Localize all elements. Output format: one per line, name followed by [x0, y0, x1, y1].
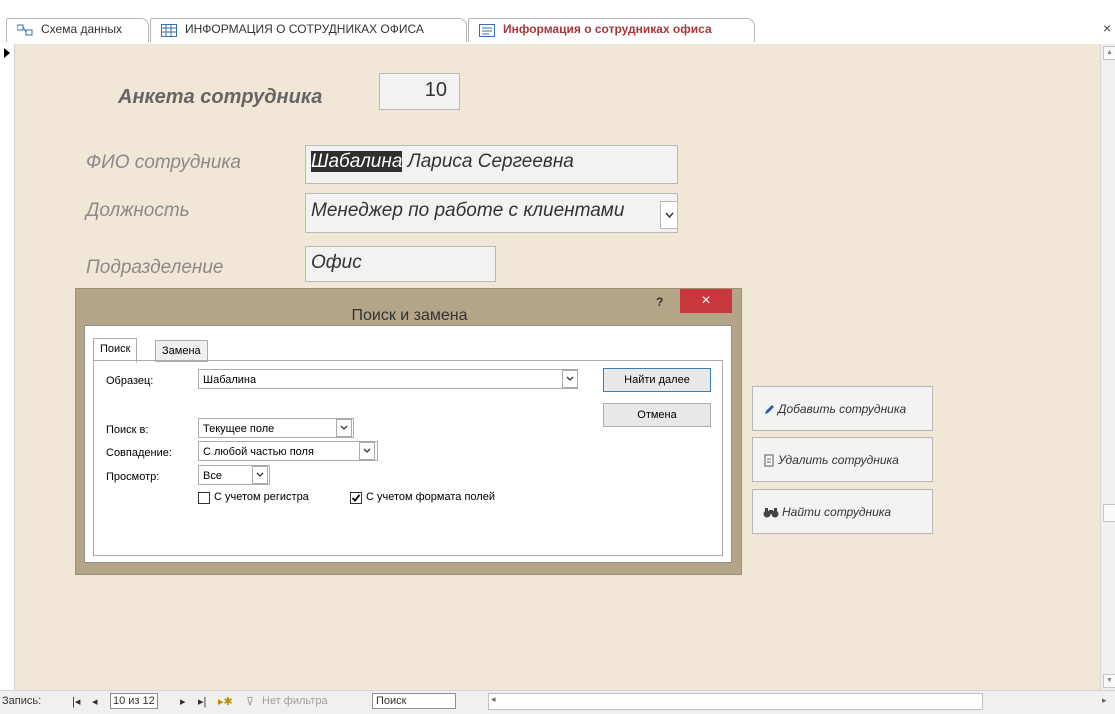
- find-employee-label: Найти сотрудника: [782, 505, 892, 519]
- pattern-dropdown-button[interactable]: [562, 370, 578, 388]
- chevron-down-icon: [664, 212, 674, 219]
- match-case-label: С учетом регистра: [214, 491, 309, 503]
- match-select[interactable]: С любой частью поля: [198, 441, 378, 461]
- match-case-checkbox[interactable]: [198, 492, 210, 504]
- last-record-icon[interactable]: ▸|: [198, 695, 206, 708]
- match-label: Совпадение:: [106, 447, 172, 459]
- position-label: Должность: [86, 200, 190, 221]
- search-in-dropdown-button[interactable]: [336, 419, 352, 437]
- chevron-down-icon: [363, 448, 371, 453]
- search-in-label: Поиск в:: [106, 424, 149, 436]
- record-navigation-bar: Запись: |◂ ◂ 10 из 12 ▸ ▸| ▸✱ ⊽ Нет филь…: [0, 690, 1115, 714]
- help-icon[interactable]: ?: [656, 295, 663, 309]
- filter-status[interactable]: Нет фильтра: [262, 695, 328, 707]
- view-label: Просмотр:: [106, 471, 160, 483]
- add-employee-label: Добавить сотрудника: [778, 402, 907, 416]
- form-title: Анкета сотрудника: [118, 86, 323, 108]
- tab-relationships[interactable]: Схема данных: [6, 18, 149, 42]
- tab-form-active[interactable]: Информация о сотрудниках офиса: [468, 18, 755, 42]
- fio-field[interactable]: Шабалина Лариса Сергеевна: [305, 145, 678, 184]
- pattern-input[interactable]: Шабалина: [198, 369, 578, 389]
- match-dropdown-button[interactable]: [359, 442, 375, 460]
- tab-label: Информация о сотрудниках офиса: [503, 22, 712, 36]
- position-combobox[interactable]: Менеджер по работе с клиентами: [305, 193, 678, 233]
- chevron-down-icon: [256, 472, 264, 477]
- add-employee-button[interactable]: Добавить сотрудника: [752, 386, 933, 431]
- tab-replace[interactable]: Замена: [155, 340, 208, 362]
- department-field[interactable]: Офис: [305, 246, 496, 282]
- form-icon: [479, 24, 495, 40]
- pattern-label: Образец:: [106, 375, 154, 387]
- scroll-thumb[interactable]: [1103, 504, 1115, 522]
- dialog-body: Поиск Замена Образец: Шабалина Найти дал…: [84, 325, 732, 563]
- delete-employee-label: Удалить сотрудника: [778, 453, 899, 467]
- filter-icon[interactable]: ⊽: [246, 695, 254, 708]
- scroll-down-icon[interactable]: ▼: [1103, 674, 1115, 688]
- record-selector[interactable]: [0, 44, 15, 690]
- first-record-icon[interactable]: |◂: [72, 695, 80, 708]
- checkmark-icon: [351, 494, 361, 502]
- record-label: Запись:: [2, 695, 42, 707]
- tab-label: ИНФОРМАЦИЯ О СОТРУДНИКАХ ОФИСА: [185, 22, 424, 36]
- table-icon: [161, 24, 177, 40]
- fio-label: ФИО сотрудника: [86, 152, 241, 173]
- find-next-button[interactable]: Найти далее: [603, 368, 711, 392]
- view-dropdown-button[interactable]: [252, 466, 268, 484]
- cancel-button[interactable]: Отмена: [603, 403, 711, 427]
- search-in-select[interactable]: Текущее поле: [198, 418, 354, 438]
- prev-record-icon[interactable]: ◂: [92, 695, 98, 708]
- binoculars-icon: [763, 507, 779, 518]
- vertical-scrollbar[interactable]: ▲ ▼: [1100, 44, 1115, 690]
- position-dropdown-button[interactable]: [660, 201, 678, 229]
- dialog-close-button[interactable]: ×: [680, 289, 732, 313]
- scroll-left-icon[interactable]: ◂: [491, 694, 496, 705]
- match-format-checkbox[interactable]: [350, 492, 362, 504]
- chevron-down-icon: [566, 376, 574, 381]
- close-tab-icon[interactable]: ×: [1103, 20, 1111, 36]
- dialog-title: Поиск и замена: [351, 307, 468, 324]
- search-input[interactable]: Поиск: [372, 693, 456, 709]
- current-record-input[interactable]: 10 из 12: [110, 693, 158, 709]
- pencil-icon: [765, 404, 774, 414]
- fio-rest-text: Лариса Сергеевна: [402, 151, 574, 172]
- next-record-icon[interactable]: ▸: [180, 695, 186, 708]
- fio-selected-text: Шабалина: [311, 151, 403, 172]
- find-employee-button[interactable]: Найти сотрудника: [752, 489, 933, 534]
- relationships-icon: [16, 24, 33, 40]
- document-tab-strip: Схема данных ИНФОРМАЦИЯ О СОТРУДНИКАХ ОФ…: [0, 0, 1115, 46]
- tab-label: Схема данных: [41, 22, 123, 36]
- record-id-field[interactable]: 10: [379, 73, 460, 110]
- current-record-arrow-icon: [4, 48, 10, 58]
- department-label: Подразделение: [86, 257, 224, 278]
- new-record-icon[interactable]: ▸✱: [218, 695, 233, 708]
- trash-icon: [764, 454, 774, 467]
- match-format-label: С учетом формата полей: [366, 491, 495, 503]
- tab-table[interactable]: ИНФОРМАЦИЯ О СОТРУДНИКАХ ОФИСА: [150, 18, 467, 42]
- delete-employee-button[interactable]: Удалить сотрудника: [752, 437, 933, 482]
- horizontal-scrollbar[interactable]: ◂: [488, 693, 983, 710]
- chevron-down-icon: [340, 425, 348, 430]
- scroll-up-icon[interactable]: ▲: [1103, 46, 1115, 60]
- find-replace-dialog: Поиск и замена ? × Поиск Замена Образец:…: [75, 288, 742, 575]
- scroll-right-icon[interactable]: ▸: [1102, 695, 1107, 706]
- search-tab-panel: Образец: Шабалина Найти далее Отмена Пои…: [93, 360, 723, 556]
- position-value: Менеджер по работе с клиентами: [311, 200, 625, 221]
